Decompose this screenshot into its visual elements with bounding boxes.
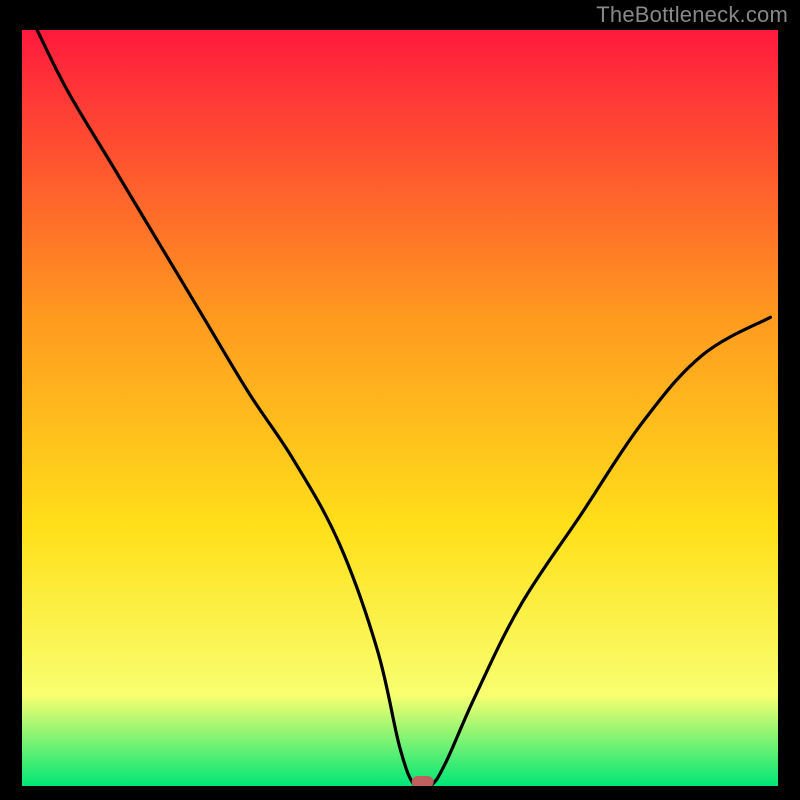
chart-svg (22, 30, 778, 786)
watermark-text: TheBottleneck.com (596, 2, 788, 28)
minimum-marker (412, 776, 434, 786)
chart-plot-area (22, 30, 778, 786)
chart-frame: TheBottleneck.com (0, 0, 800, 800)
chart-background (22, 30, 778, 786)
